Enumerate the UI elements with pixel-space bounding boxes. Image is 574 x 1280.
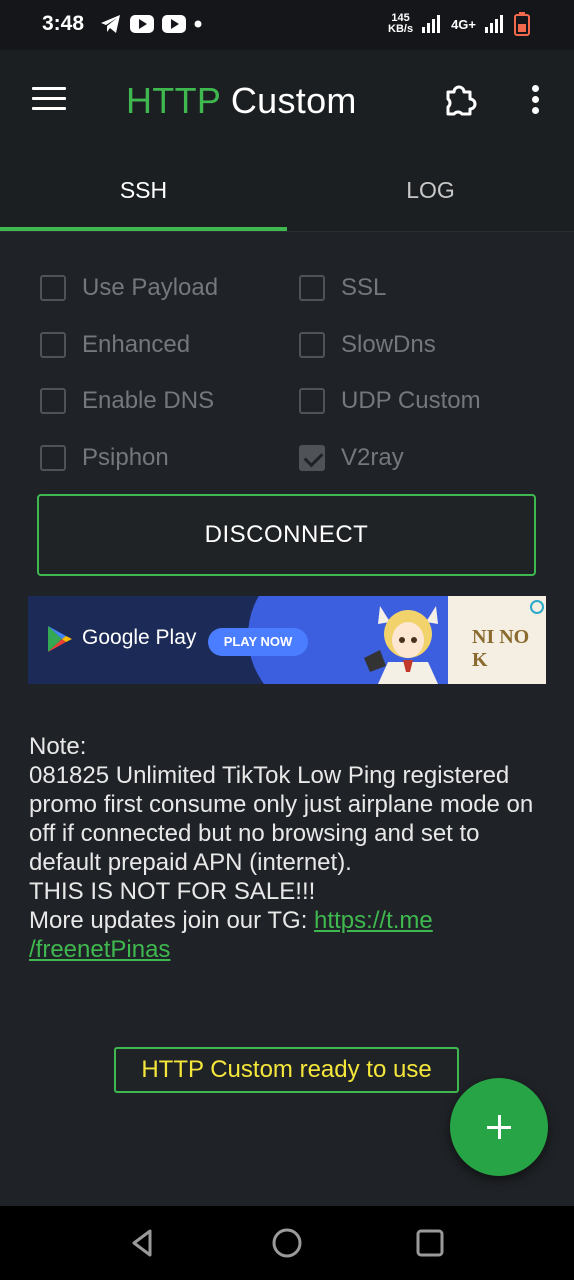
- option-label: V2ray: [341, 444, 404, 471]
- option-enable-dns[interactable]: Enable DNS: [40, 381, 214, 421]
- recents-icon[interactable]: [413, 1226, 447, 1260]
- signal-icon: [485, 15, 503, 33]
- more-options-icon[interactable]: [524, 82, 546, 118]
- ad-play-now-button[interactable]: PLAY NOW: [208, 628, 308, 656]
- option-use-payload[interactable]: Use Payload: [40, 268, 218, 308]
- home-icon[interactable]: [270, 1226, 304, 1260]
- clock: 3:48: [42, 12, 85, 35]
- disconnect-button[interactable]: DISCONNECT: [37, 494, 536, 576]
- telegram-icon: [101, 15, 120, 33]
- tab-bar: SSH LOG: [0, 150, 574, 232]
- signal-icon: [422, 15, 441, 33]
- v2ray-checkbox[interactable]: [299, 445, 325, 471]
- option-enhanced[interactable]: Enhanced: [40, 325, 190, 365]
- youtube-icon: [130, 15, 154, 33]
- option-v2ray[interactable]: V2ray: [299, 438, 404, 478]
- tab-log[interactable]: LOG: [287, 150, 574, 230]
- status-bar: 3:48 145 KB/s 4G+: [0, 0, 574, 50]
- status-message: HTTP Custom ready to use: [114, 1047, 459, 1093]
- enable-dns-checkbox[interactable]: [40, 388, 66, 414]
- network-speed: 145 KB/s: [388, 12, 414, 35]
- app-title-http: HTTP: [126, 80, 221, 121]
- option-label: Enhanced: [82, 331, 191, 358]
- option-ssl[interactable]: SSL: [299, 268, 386, 308]
- udp-custom-checkbox[interactable]: [299, 388, 325, 414]
- ad-character-image: [364, 606, 438, 684]
- ad-brand-text: NI NO K: [472, 626, 530, 671]
- tab-ssh[interactable]: SSH: [0, 150, 287, 230]
- option-psiphon[interactable]: Psiphon: [40, 438, 169, 478]
- note-text: Note: 081825 Unlimited TikTok Low Ping r…: [29, 732, 549, 964]
- note-updates: More updates join our TG: https://t.me/f…: [29, 906, 549, 964]
- option-label: SSL: [341, 274, 387, 301]
- system-nav-bar: [0, 1206, 574, 1280]
- ad-banner[interactable]: Google Play PLAY NOW NI NO K: [28, 596, 546, 684]
- note-warning: THIS IS NOT FOR SALE!!!: [29, 878, 316, 905]
- note-body: 081825 Unlimited TikTok Low Ping registe…: [29, 762, 534, 876]
- dot-icon: [194, 20, 202, 28]
- network-type: 4G+: [451, 16, 476, 32]
- note-heading: Note:: [29, 733, 87, 760]
- notification-icons: [100, 14, 202, 34]
- option-udp-custom[interactable]: UDP Custom: [299, 381, 481, 421]
- tab-divider: [0, 231, 574, 232]
- ad-info-icon[interactable]: [530, 600, 544, 614]
- battery-icon: [514, 12, 530, 36]
- youtube-icon: [162, 15, 186, 33]
- option-label: Enable DNS: [82, 387, 215, 414]
- extension-icon[interactable]: [440, 80, 480, 120]
- option-label: UDP Custom: [341, 387, 481, 414]
- slowdns-checkbox[interactable]: [299, 332, 325, 358]
- app-bar: HTTP Custom: [0, 50, 574, 150]
- option-label: Psiphon: [82, 444, 169, 471]
- note-updates-prefix: More updates join our TG:: [29, 907, 315, 934]
- option-slowdns[interactable]: SlowDns: [299, 325, 436, 365]
- ssl-checkbox[interactable]: [299, 275, 325, 301]
- menu-icon[interactable]: [32, 87, 66, 113]
- psiphon-checkbox[interactable]: [40, 445, 66, 471]
- app-title: HTTP Custom: [126, 80, 357, 122]
- system-icons: 145 KB/s 4G+: [388, 12, 530, 36]
- app-title-custom: Custom: [230, 80, 357, 121]
- back-icon[interactable]: [126, 1226, 160, 1260]
- add-fab-plus-icon[interactable]: [450, 1078, 548, 1176]
- google-play-icon: [48, 626, 72, 652]
- enhanced-checkbox[interactable]: [40, 332, 66, 358]
- option-label: Use Payload: [82, 274, 219, 301]
- use-payload-checkbox[interactable]: [40, 275, 66, 301]
- option-label: SlowDns: [341, 331, 436, 358]
- ad-store-text: Google Play: [82, 626, 197, 649]
